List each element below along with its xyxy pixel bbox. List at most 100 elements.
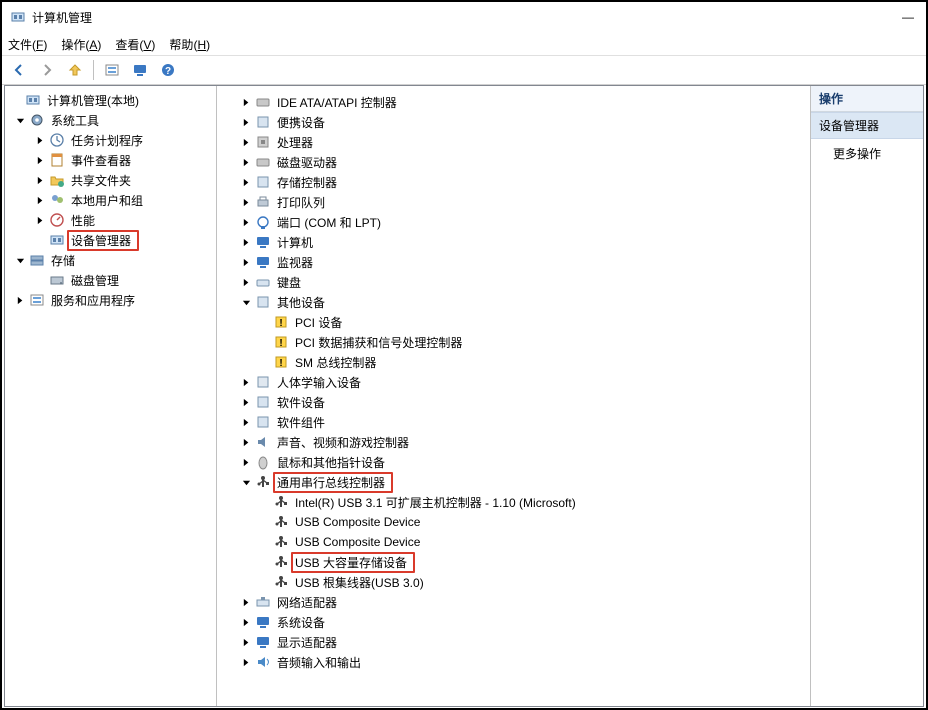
expand-icon[interactable] [239, 255, 254, 270]
cat-keyboards[interactable]: 键盘 [225, 272, 810, 292]
dev-usb-mass-storage[interactable]: USB 大容量存储设备 [225, 552, 810, 572]
storage-icon [29, 252, 45, 268]
label: 系统工具 [49, 111, 101, 130]
expand-icon[interactable] [239, 655, 254, 670]
node-storage[interactable]: 存储 [9, 250, 216, 270]
expand-icon[interactable] [239, 455, 254, 470]
expand-icon[interactable] [239, 115, 254, 130]
expand-icon[interactable] [33, 213, 48, 228]
cat-other-devices[interactable]: 其他设备 [225, 292, 810, 312]
expand-icon[interactable] [239, 615, 254, 630]
dev-pci[interactable]: PCI 设备 [225, 312, 810, 332]
label: 事件查看器 [69, 151, 133, 170]
dev-usb-host[interactable]: Intel(R) USB 3.1 可扩展主机控制器 - 1.10 (Micros… [225, 492, 810, 512]
cat-system[interactable]: 系统设备 [225, 612, 810, 632]
expand-icon[interactable] [33, 153, 48, 168]
expand-icon[interactable] [239, 635, 254, 650]
expand-icon[interactable] [239, 275, 254, 290]
collapse-icon[interactable] [13, 253, 28, 268]
cat-ports[interactable]: 端口 (COM 和 LPT) [225, 212, 810, 232]
node-task-scheduler[interactable]: 任务计划程序 [9, 130, 216, 150]
cat-network[interactable]: 网络适配器 [225, 592, 810, 612]
node-disk-management[interactable]: 磁盘管理 [9, 270, 216, 290]
menu-file[interactable]: 文件(F) [8, 36, 47, 53]
expand-icon[interactable] [239, 375, 254, 390]
toolbar-separator [93, 60, 94, 80]
minimize-button[interactable]: — [902, 10, 914, 24]
cat-software-components[interactable]: 软件组件 [225, 412, 810, 432]
menu-view[interactable]: 查看(V) [115, 36, 155, 53]
nav-back-button[interactable] [6, 58, 32, 82]
label: 端口 (COM 和 LPT) [275, 213, 383, 232]
cat-mice[interactable]: 鼠标和其他指针设备 [225, 452, 810, 472]
node-performance[interactable]: 性能 [9, 210, 216, 230]
expand-icon[interactable] [239, 415, 254, 430]
actions-context[interactable]: 设备管理器 [811, 112, 923, 139]
device-tree-scroll[interactable]: IDE ATA/ATAPI 控制器 便携设备 处理器 磁盘驱动器 存储控制器 打… [217, 86, 810, 706]
expand-icon[interactable] [239, 175, 254, 190]
dev-pci-daq[interactable]: PCI 数据捕获和信号处理控制器 [225, 332, 810, 352]
expand-icon[interactable] [239, 395, 254, 410]
expand-icon[interactable] [239, 195, 254, 210]
label: 其他设备 [275, 293, 327, 312]
print-icon [255, 194, 271, 210]
cat-storage-ctrl[interactable]: 存储控制器 [225, 172, 810, 192]
cat-monitors[interactable]: 监视器 [225, 252, 810, 272]
node-computer-management[interactable]: 计算机管理(本地) [9, 90, 216, 110]
expand-icon[interactable] [239, 155, 254, 170]
dev-usb-composite-1[interactable]: USB Composite Device [225, 512, 810, 532]
label: 监视器 [275, 253, 315, 272]
dev-sm-bus[interactable]: SM 总线控制器 [225, 352, 810, 372]
expand-icon[interactable] [239, 595, 254, 610]
cat-sound[interactable]: 声音、视频和游戏控制器 [225, 432, 810, 452]
cat-disk-drives[interactable]: 磁盘驱动器 [225, 152, 810, 172]
collapse-icon[interactable] [239, 295, 254, 310]
node-system-tools[interactable]: 系统工具 [9, 110, 216, 130]
node-event-viewer[interactable]: 事件查看器 [9, 150, 216, 170]
expand-icon[interactable] [239, 95, 254, 110]
node-local-users[interactable]: 本地用户和组 [9, 190, 216, 210]
view-button-2[interactable] [127, 58, 153, 82]
cat-print-queues[interactable]: 打印队列 [225, 192, 810, 212]
cat-computer[interactable]: 计算机 [225, 232, 810, 252]
expand-icon[interactable] [239, 215, 254, 230]
dev-usb-composite-2[interactable]: USB Composite Device [225, 532, 810, 552]
node-shared-folders[interactable]: 共享文件夹 [9, 170, 216, 190]
usb-icon [255, 474, 271, 490]
node-device-manager[interactable]: 设备管理器 [9, 230, 216, 250]
menu-help[interactable]: 帮助(H) [169, 36, 210, 53]
cat-ide[interactable]: IDE ATA/ATAPI 控制器 [225, 92, 810, 112]
cat-portable[interactable]: 便携设备 [225, 112, 810, 132]
nav-up-button[interactable] [62, 58, 88, 82]
expand-icon[interactable] [33, 193, 48, 208]
node-services-apps[interactable]: 服务和应用程序 [9, 290, 216, 310]
device-tree[interactable]: IDE ATA/ATAPI 控制器 便携设备 处理器 磁盘驱动器 存储控制器 打… [217, 86, 810, 678]
expand-icon[interactable] [33, 133, 48, 148]
titlebar[interactable]: 计算机管理 — [2, 2, 926, 32]
cat-display[interactable]: 显示适配器 [225, 632, 810, 652]
dev-usb-root-hub[interactable]: USB 根集线器(USB 3.0) [225, 572, 810, 592]
console-tree[interactable]: 计算机管理(本地) 系统工具 任务计划程序 事件查看器 [5, 86, 216, 314]
cat-hid[interactable]: 人体学输入设备 [225, 372, 810, 392]
usb-icon [273, 534, 289, 550]
menu-action[interactable]: 操作(A) [61, 36, 101, 53]
expand-icon[interactable] [239, 135, 254, 150]
cat-usb-controllers[interactable]: 通用串行总线控制器 [225, 472, 810, 492]
cat-software-devices[interactable]: 软件设备 [225, 392, 810, 412]
software-device-icon [255, 394, 271, 410]
cat-cpu[interactable]: 处理器 [225, 132, 810, 152]
actions-more[interactable]: 更多操作 [811, 139, 923, 168]
expand-icon[interactable] [13, 293, 28, 308]
cat-audio-io[interactable]: 音频输入和输出 [225, 652, 810, 672]
nav-forward-button[interactable] [34, 58, 60, 82]
help-button[interactable] [155, 58, 181, 82]
label: 声音、视频和游戏控制器 [275, 433, 411, 452]
collapse-icon[interactable] [239, 475, 254, 490]
expand-icon[interactable] [239, 235, 254, 250]
label: 存储 [49, 251, 77, 270]
label: 人体学输入设备 [275, 373, 363, 392]
expand-icon[interactable] [33, 173, 48, 188]
view-button-1[interactable] [99, 58, 125, 82]
expand-icon[interactable] [239, 435, 254, 450]
collapse-icon[interactable] [13, 113, 28, 128]
